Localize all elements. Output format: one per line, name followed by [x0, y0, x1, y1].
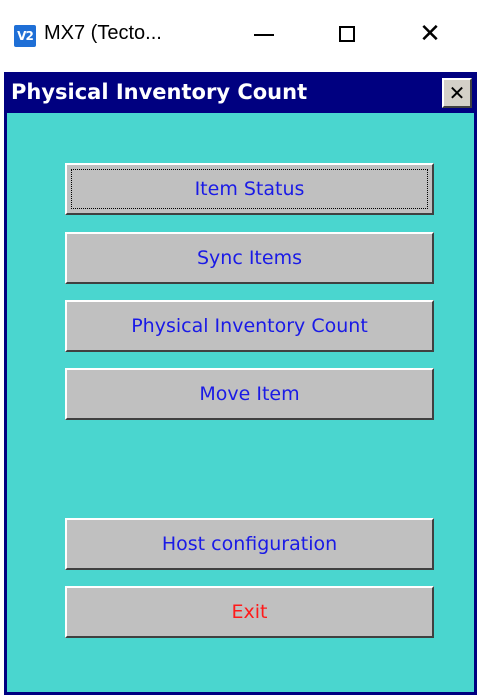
- maximize-icon: [339, 26, 355, 42]
- app-window: Physical Inventory Count ✕ Item Status S…: [4, 72, 477, 695]
- focus-indicator: [71, 169, 428, 209]
- app-title: Physical Inventory Count: [11, 80, 308, 104]
- window-title: MX7 (Tecto...: [44, 22, 162, 44]
- app-header: Physical Inventory Count ✕: [7, 75, 474, 113]
- minimize-button[interactable]: [228, 0, 300, 68]
- physical-inventory-count-label: Physical Inventory Count: [131, 315, 368, 337]
- close-icon: ✕: [419, 19, 441, 49]
- exit-button[interactable]: Exit: [65, 586, 434, 638]
- window-title-bar[interactable]: V2 MX7 (Tecto... ✕: [0, 0, 481, 68]
- window-close-button[interactable]: ✕: [394, 0, 466, 68]
- host-configuration-label: Host configuration: [161, 533, 338, 555]
- physical-inventory-count-button[interactable]: Physical Inventory Count: [65, 300, 434, 352]
- minimize-icon: [254, 34, 274, 36]
- app-icon: V2: [14, 25, 36, 47]
- close-icon: ✕: [448, 81, 466, 105]
- host-configuration-button[interactable]: Host configuration: [65, 518, 434, 570]
- maximize-button[interactable]: [311, 0, 383, 68]
- sync-items-button[interactable]: Sync Items: [65, 232, 434, 284]
- app-close-button[interactable]: ✕: [442, 78, 472, 108]
- sync-items-label: Sync Items: [197, 247, 302, 269]
- exit-label: Exit: [231, 601, 268, 623]
- move-item-button[interactable]: Move Item: [65, 368, 434, 420]
- item-status-button[interactable]: Item Status: [65, 163, 434, 215]
- move-item-label: Move Item: [199, 383, 300, 405]
